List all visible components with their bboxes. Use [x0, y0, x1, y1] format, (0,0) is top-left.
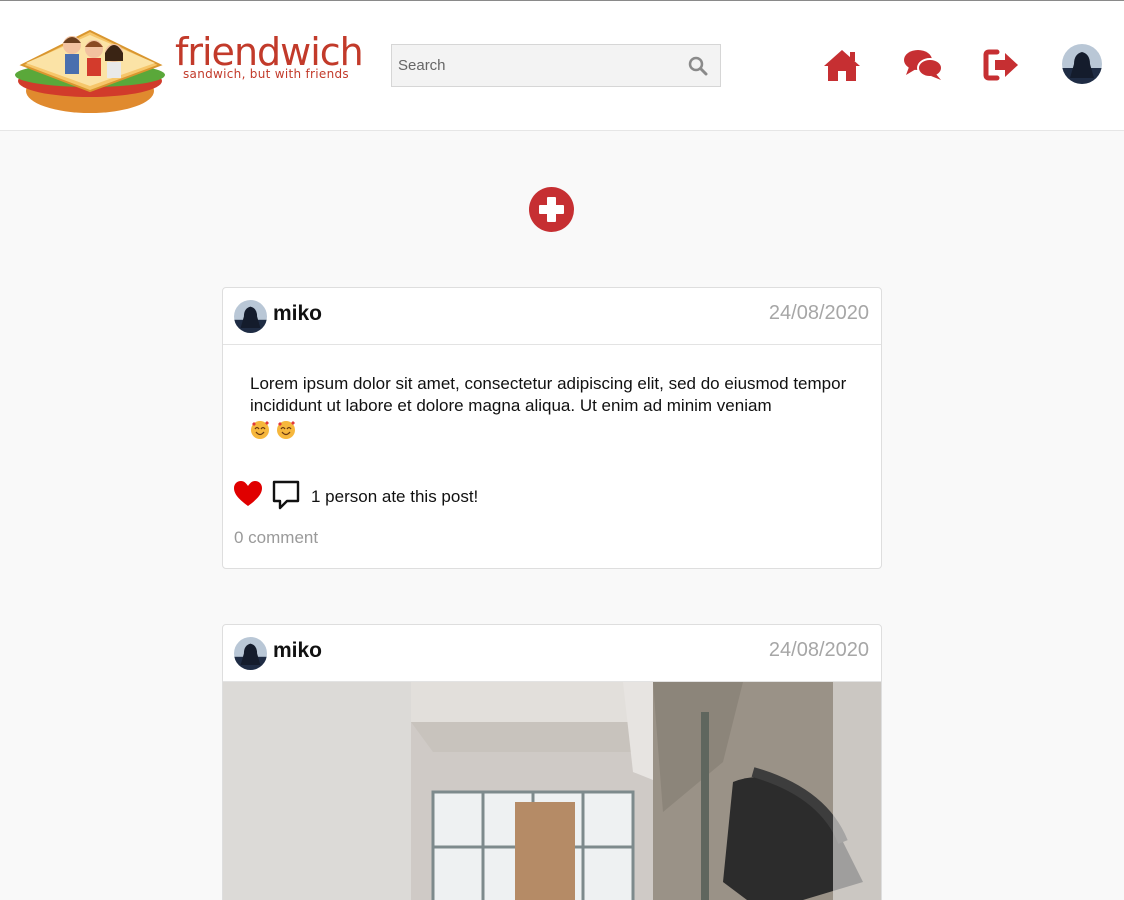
post-username[interactable]: miko — [273, 302, 322, 326]
home-icon — [824, 50, 860, 81]
search-icon[interactable] — [688, 56, 708, 76]
messages-button[interactable] — [903, 45, 943, 85]
user-avatar-icon — [234, 300, 267, 333]
add-post-button[interactable] — [529, 187, 574, 232]
header: friendwich sandwich, but with friends — [0, 1, 1124, 131]
post-date: 24/08/2020 — [768, 302, 869, 324]
heart-icon[interactable] — [233, 480, 263, 508]
post-actions: 1 person ate this post! — [223, 480, 881, 522]
post-header: miko 24/08/2020 — [223, 625, 881, 682]
logo[interactable]: friendwich sandwich, but with friends — [10, 13, 364, 118]
sign-out-icon — [983, 49, 1018, 81]
post-username[interactable]: miko — [273, 639, 322, 663]
logo-title: friendwich — [175, 30, 364, 74]
post-header: miko 24/08/2020 — [223, 288, 881, 345]
avatar[interactable] — [234, 637, 267, 670]
post-text: Lorem ipsum dolor sit amet, consectetur … — [250, 374, 847, 415]
post-card: miko 24/08/2020 — [222, 624, 882, 900]
avatar[interactable] — [234, 300, 267, 333]
smiling-face-with-hearts-icon — [251, 420, 269, 439]
logout-button[interactable] — [982, 45, 1022, 85]
post-image[interactable] — [223, 682, 881, 900]
post-date: 24/08/2020 — [768, 639, 869, 661]
comment-icon[interactable] — [271, 479, 301, 511]
post-card: miko 24/08/2020 Lorem ipsum dolor sit am… — [222, 287, 882, 569]
room-photo-image — [223, 682, 881, 900]
chat-bubbles-icon — [904, 50, 943, 80]
logo-tagline: sandwich, but with friends — [183, 67, 349, 81]
comments-link[interactable]: 0 comment — [223, 522, 881, 560]
search-box — [391, 44, 721, 87]
likes-count-text: 1 person ate this post! — [311, 487, 479, 506]
smiling-face-with-hearts-icon — [277, 420, 295, 439]
profile-avatar[interactable] — [1062, 44, 1102, 84]
avatar — [1062, 44, 1102, 84]
search-input[interactable] — [392, 45, 682, 86]
user-avatar-icon — [234, 637, 267, 670]
post-text-block: Lorem ipsum dolor sit amet, consectetur … — [223, 345, 881, 480]
sandwich-logo-icon — [15, 29, 165, 113]
home-button[interactable] — [822, 45, 862, 85]
